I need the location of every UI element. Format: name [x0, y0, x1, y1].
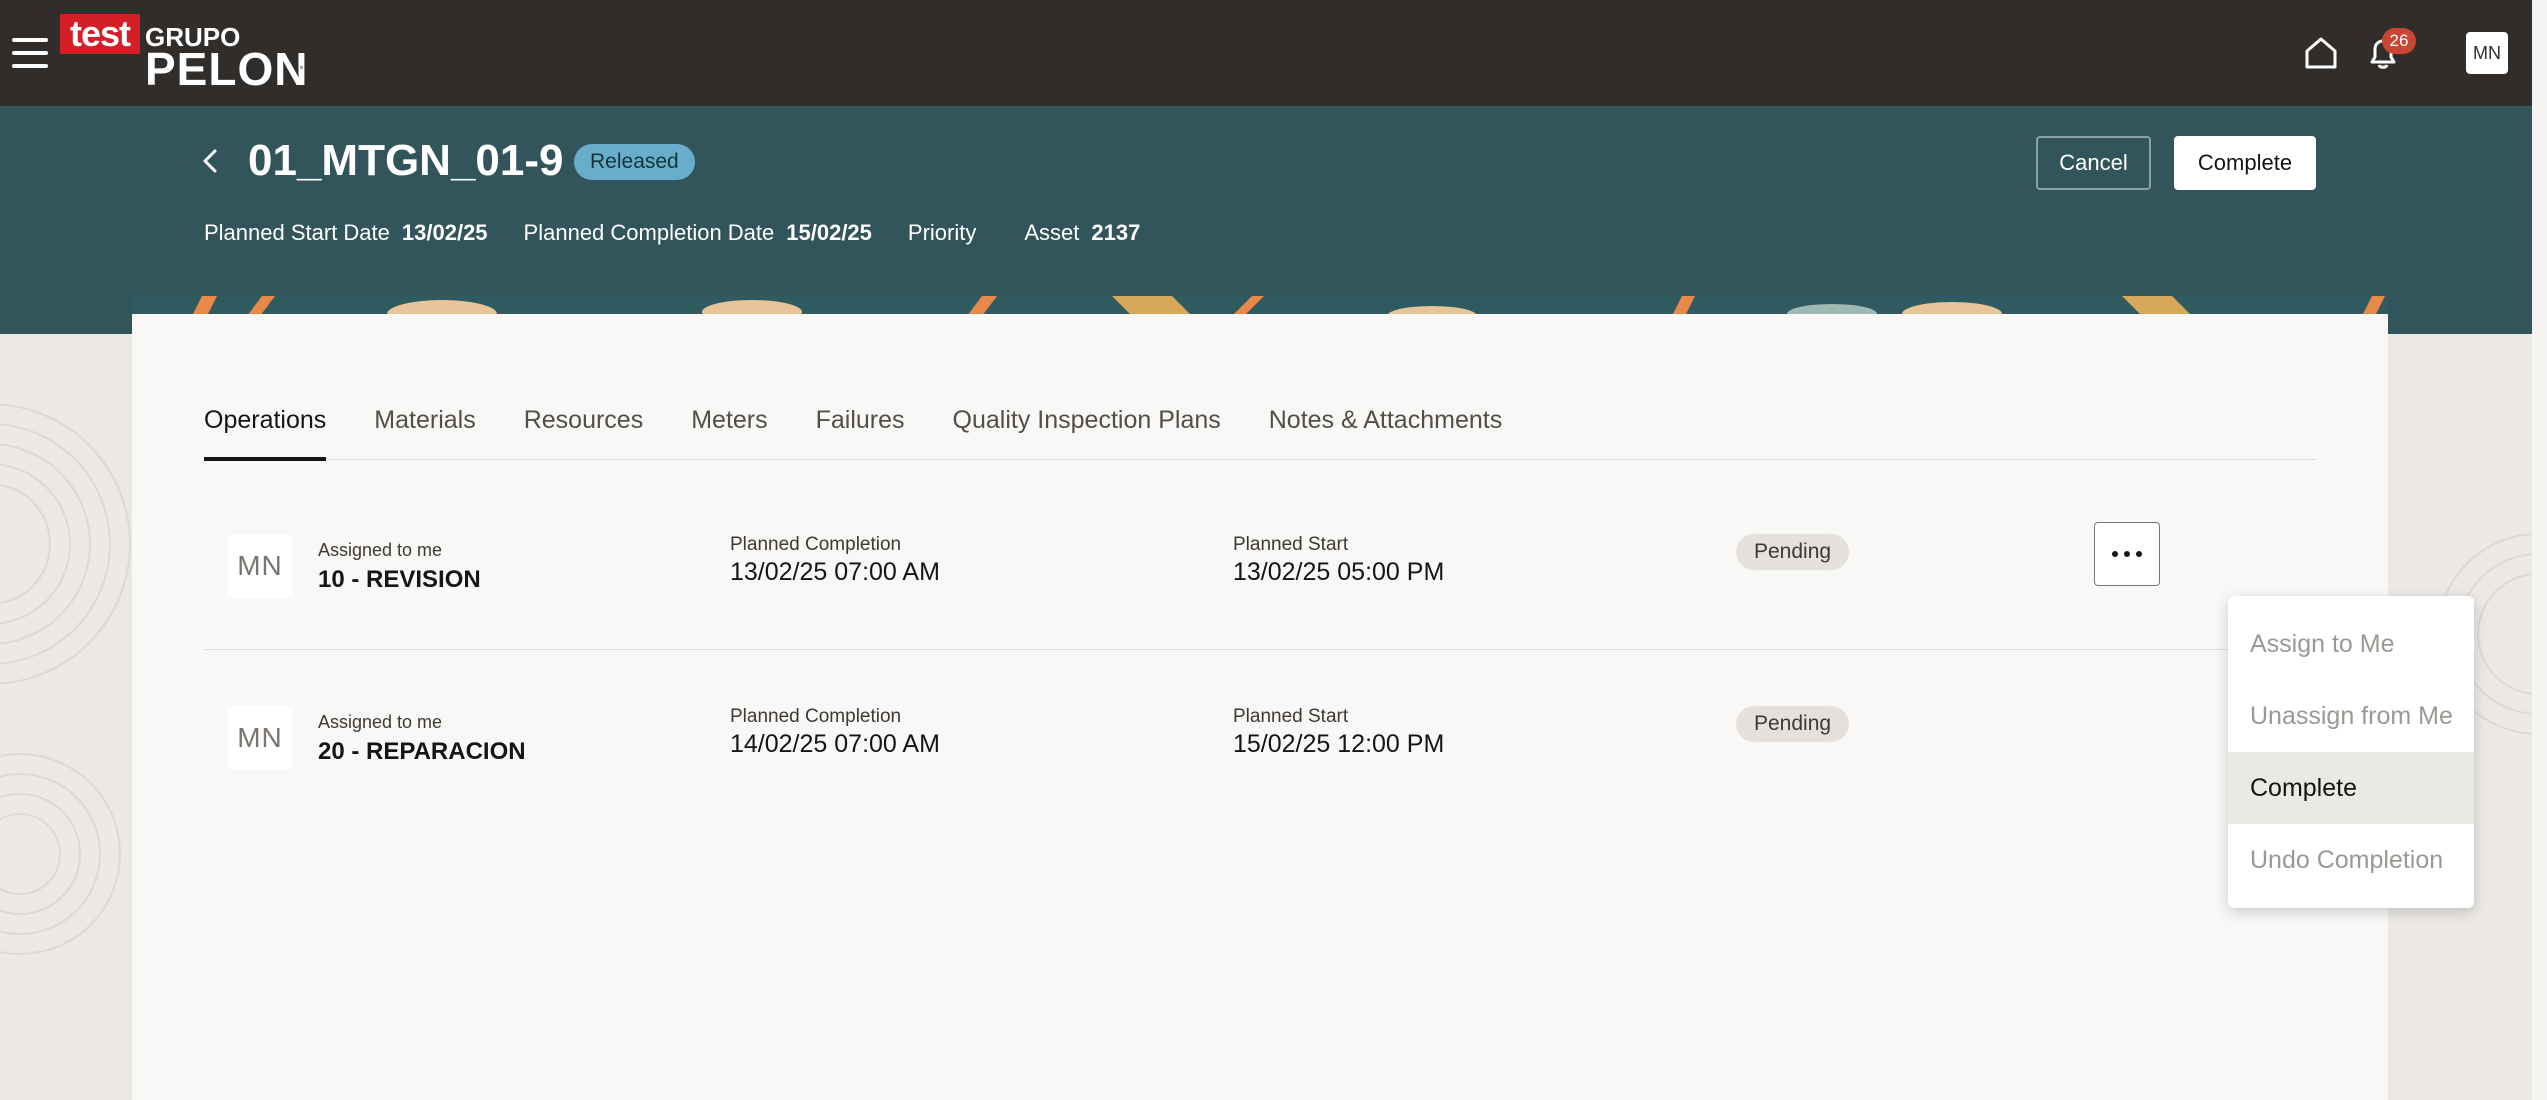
operation-status-badge: Pending: [1736, 706, 1850, 742]
assignee-avatar: MN: [228, 534, 292, 598]
operation-status-badge: Pending: [1736, 534, 1850, 570]
tab-materials[interactable]: Materials: [374, 406, 475, 460]
more-dot-icon: [2136, 551, 2142, 557]
page-title: 01_MTGN_01-9: [248, 136, 564, 185]
menu-item-unassign-from-me[interactable]: Unassign from Me: [2228, 680, 2474, 752]
tab-quality-inspection-plans[interactable]: Quality Inspection Plans: [953, 406, 1221, 460]
planned-start-value: 15/02/25 12:00 PM: [1233, 730, 1445, 758]
asset-value: 2137: [1091, 220, 1141, 245]
tab-meters[interactable]: Meters: [691, 406, 767, 460]
logo-pelon-text: PELON: [145, 43, 309, 95]
operation-name: 20 - REPARACION: [318, 738, 526, 765]
planned-start-label: Planned Start Date: [204, 220, 390, 245]
planned-completion-value: 13/02/25 07:00 AM: [730, 558, 940, 586]
actions-menu: Assign to Me Unassign from Me Complete U…: [2228, 596, 2474, 908]
more-actions-button[interactable]: [2094, 522, 2160, 586]
work-order-summary: Planned Start Date 13/02/25 Planned Comp…: [204, 220, 1176, 246]
decorative-pattern-strip: [132, 296, 2388, 316]
main-card: Operations Materials Resources Meters Fa…: [132, 314, 2388, 1100]
asset-label: Asset: [1024, 220, 1080, 245]
operation-name: 10 - REVISION: [318, 566, 481, 593]
logo-test-mark: test: [60, 14, 140, 54]
back-chevron-icon[interactable]: [198, 148, 224, 174]
more-dot-icon: [2112, 551, 2118, 557]
operation-row[interactable]: MN Assigned to me 20 - REPARACION Planne…: [204, 682, 2316, 812]
tab-resources[interactable]: Resources: [524, 406, 644, 460]
complete-button[interactable]: Complete: [2174, 136, 2316, 190]
assignment-text: Assigned to me: [318, 712, 443, 732]
menu-item-undo-completion[interactable]: Undo Completion: [2228, 824, 2474, 896]
planned-start-value: 13/02/25: [401, 220, 488, 245]
notification-count-badge: 26: [2382, 28, 2416, 54]
separator-dot: [300, 66, 303, 69]
home-icon[interactable]: [2302, 34, 2340, 72]
tab-failures[interactable]: Failures: [816, 406, 905, 460]
planned-start-label: Planned Start: [1233, 534, 1349, 555]
user-avatar[interactable]: MN: [2466, 32, 2508, 74]
planned-completion-value: 15/02/25: [786, 220, 872, 245]
window-right-edge: [2532, 0, 2547, 1100]
tab-operations[interactable]: Operations: [204, 406, 327, 461]
tab-notes-attachments[interactable]: Notes & Attachments: [1269, 406, 1502, 460]
planned-completion-label: Planned Completion: [730, 706, 902, 727]
menu-item-complete[interactable]: Complete: [2228, 752, 2474, 824]
background-texture: [0, 403, 131, 955]
assignment-text: Assigned to me: [318, 540, 443, 560]
assignee-avatar: MN: [228, 706, 292, 770]
planned-start-value: 13/02/25 05:00 PM: [1233, 558, 1445, 586]
menu-item-assign-to-me[interactable]: Assign to Me: [2228, 608, 2474, 680]
planned-completion-value: 14/02/25 07:00 AM: [730, 730, 940, 758]
hamburger-menu-icon[interactable]: [12, 38, 48, 68]
top-bar: test GRUPO PELON 26 MN: [0, 0, 2532, 106]
tab-bar: Operations Materials Resources Meters Fa…: [204, 406, 2316, 461]
planned-start-label: Planned Start: [1233, 706, 1349, 727]
priority-label: Priority: [907, 220, 977, 245]
planned-completion-label: Planned Completion: [730, 534, 902, 555]
company-logo[interactable]: test GRUPO PELON: [60, 14, 307, 95]
cancel-button[interactable]: Cancel: [2036, 136, 2151, 190]
more-dot-icon: [2124, 551, 2130, 557]
status-badge: Released: [574, 144, 695, 180]
planned-completion-label: Planned Completion Date: [523, 220, 775, 245]
operation-row[interactable]: MN Assigned to me 10 - REVISION Planned …: [204, 494, 2316, 650]
